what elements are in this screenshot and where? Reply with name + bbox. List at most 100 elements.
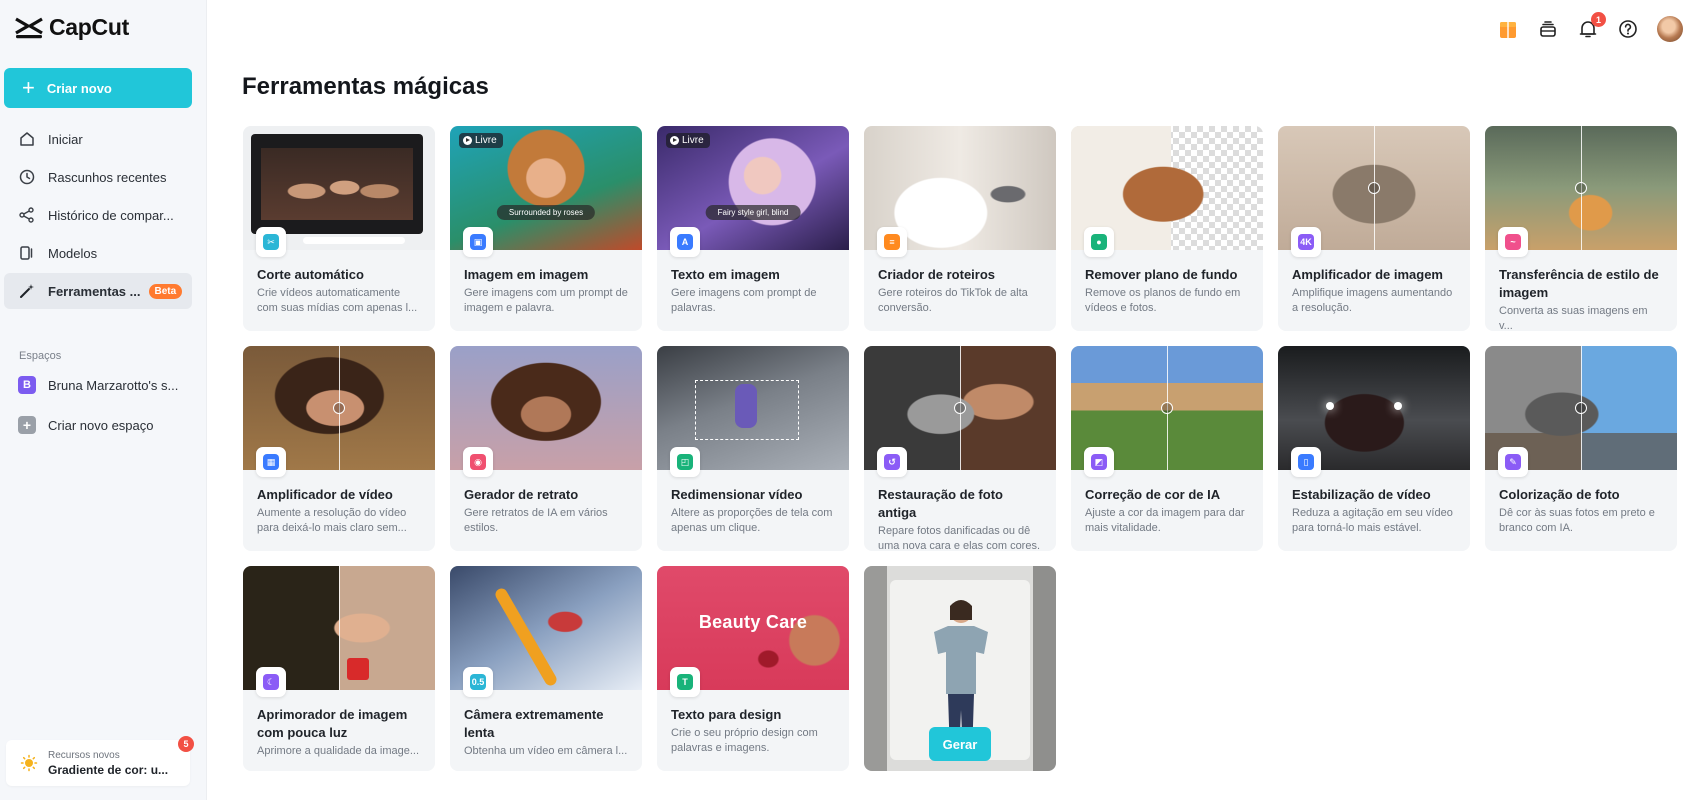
plus-icon: + <box>22 75 35 100</box>
header-actions: 1 <box>1497 12 1683 42</box>
sidebar-item-templates[interactable]: Modelos <box>4 235 192 271</box>
tool-card-slow-motion[interactable]: 0.5 Câmera extremamente lenta Obtenha um… <box>450 566 642 771</box>
share-icon <box>19 207 34 223</box>
free-tag: Livre <box>666 133 710 148</box>
tool-description: Aumente a resolução do vídeo para deixá-… <box>257 507 407 534</box>
tool-card-portrait-generator[interactable]: ◉ Gerador de retrato Gere retratos de IA… <box>450 346 642 551</box>
tool-card-resize-video[interactable]: ◰ Redimensionar vídeo Altere as proporçõ… <box>657 346 849 551</box>
generate-button[interactable]: Gerar <box>929 727 991 761</box>
notifications-button[interactable]: 1 <box>1577 12 1606 40</box>
home-icon <box>20 132 34 146</box>
capcut-logo-icon <box>15 17 43 38</box>
sun-icon <box>20 754 38 772</box>
tool-card-text-to-image[interactable]: Livre Fairy style girl, blind A Texto em… <box>657 126 849 331</box>
news-count-badge: 5 <box>178 736 194 752</box>
sidebar-item-home[interactable]: Iniciar <box>4 121 192 157</box>
script-icon: ≡ <box>877 227 907 257</box>
new-features-card[interactable]: Recursos novos Gradiente de cor: u... 5 <box>6 736 194 786</box>
tool-description: Gere imagens com um prompt de imagem e p… <box>464 287 628 314</box>
capcut-logo[interactable]: CapCut <box>14 14 129 41</box>
tool-card-photo-colorization[interactable]: ✎ Colorização de foto Dê cor às suas fot… <box>1485 346 1677 551</box>
text-to-image-icon: A <box>670 227 700 257</box>
space-item[interactable]: B Bruna Marzarotto's s... <box>4 368 192 402</box>
news-label: Recursos novos <box>48 749 120 761</box>
tool-card-image-upscaler[interactable]: 4K Amplificador de imagem Amplifique ima… <box>1278 126 1470 331</box>
auto-cut-icon: ✂ <box>256 227 286 257</box>
tool-card-video-upscaler[interactable]: ▦ Amplificador de vídeo Aumente a resolu… <box>243 346 435 551</box>
portrait-icon: ◉ <box>463 447 493 477</box>
tool-card-image-to-image[interactable]: Livre Surrounded by roses ▣ Imagem em im… <box>450 126 642 331</box>
notification-count-badge: 1 <box>1591 12 1606 27</box>
tool-title: Câmera extremamente lenta <box>464 707 604 740</box>
free-tag-label: Livre <box>682 135 704 146</box>
sidebar-item-share-history[interactable]: Histórico de compar... <box>4 197 192 233</box>
stabilize-icon: ▯ <box>1291 447 1321 477</box>
app-name: CapCut <box>49 14 129 40</box>
image-upscaler-icon: 4K <box>1291 227 1321 257</box>
tool-description: Dê cor às suas fotos em preto e branco c… <box>1499 507 1655 534</box>
tools-grid: ✂ Corte automático Crie vídeos automatic… <box>243 126 1677 771</box>
compare-slider-handle <box>1161 402 1173 414</box>
help-icon <box>1619 20 1637 38</box>
tool-card-text-to-design[interactable]: Beauty Care T Texto para design Crie o s… <box>657 566 849 771</box>
sidebar-item-label: Histórico de compar... <box>48 207 174 223</box>
templates-icon <box>20 246 33 260</box>
tool-description: Reduza a agitação em seu vídeo para torn… <box>1292 507 1453 534</box>
create-space-button[interactable]: + Criar novo espaço <box>4 408 192 442</box>
tool-description: Remove os planos de fundo em vídeos e fo… <box>1085 287 1241 314</box>
user-avatar[interactable] <box>1657 16 1683 42</box>
promo-card-model[interactable]: Gerar <box>864 566 1056 771</box>
play-icon <box>670 136 679 145</box>
spaces-heading: Espaços <box>19 350 62 362</box>
tool-card-remove-background[interactable]: ● Remover plano de fundo Remove os plano… <box>1071 126 1263 331</box>
prompt-caption: Surrounded by roses <box>496 205 596 220</box>
layers-button[interactable] <box>1537 18 1559 40</box>
tool-title: Restauração de foto antiga <box>878 487 1003 520</box>
tool-card-script-creator[interactable]: ≡ Criador de roteiros Gere roteiros do T… <box>864 126 1056 331</box>
video-upscaler-icon: ▦ <box>256 447 286 477</box>
tool-description: Obtenha um vídeo em câmera l... <box>464 745 628 757</box>
tool-description: Ajuste a cor da imagem para dar mais vit… <box>1085 507 1245 534</box>
sidebar-item-magic-tools[interactable]: Ferramentas ... Beta <box>4 273 192 309</box>
remove-background-icon: ● <box>1084 227 1114 257</box>
play-icon <box>463 136 472 145</box>
style-transfer-icon: ~ <box>1498 227 1528 257</box>
tool-card-video-stabilization[interactable]: ▯ Estabilização de vídeo Reduza a agitaç… <box>1278 346 1470 551</box>
page-title: Ferramentas mágicas <box>242 73 489 100</box>
free-tag-label: Livre <box>475 135 497 146</box>
tool-card-low-light-enhancer[interactable]: ☾ Aprimorador de imagem com pouca luz Ap… <box>243 566 435 771</box>
tool-card-ai-color-correction[interactable]: ◩ Correção de cor de IA Ajuste a cor da … <box>1071 346 1263 551</box>
tool-card-auto-cut[interactable]: ✂ Corte automático Crie vídeos automatic… <box>243 126 435 331</box>
tool-description: Repare fotos danificadas ou dê uma nova … <box>878 525 1041 551</box>
tool-card-style-transfer[interactable]: ~ Transferência de estilo de imagem Conv… <box>1485 126 1677 331</box>
colorize-icon: ✎ <box>1498 447 1528 477</box>
magic-wand-icon <box>20 284 34 298</box>
tool-description: Gere imagens com prompt de palavras. <box>671 287 817 314</box>
sidebar-nav: Iniciar Rascunhos recentes Histórico de … <box>4 121 192 311</box>
tool-card-photo-restoration[interactable]: ↺ Restauração de foto antiga Repare foto… <box>864 346 1056 551</box>
compare-slider-handle <box>954 402 966 414</box>
text-to-design-icon: T <box>670 667 700 697</box>
design-overlay-text: Beauty Care <box>698 612 808 632</box>
image-to-image-icon: ▣ <box>463 227 493 257</box>
sidebar-item-recent-drafts[interactable]: Rascunhos recentes <box>4 159 192 195</box>
compare-slider-handle <box>333 402 345 414</box>
gift-button[interactable] <box>1497 18 1519 40</box>
slow-motion-icon: 0.5 <box>463 667 493 697</box>
tool-description: Altere as proporções de tela com apenas … <box>671 507 833 534</box>
plus-icon: + <box>18 416 36 434</box>
help-button[interactable] <box>1617 18 1639 40</box>
tool-description: Gere retratos de IA em vários estilos. <box>464 507 608 534</box>
news-title: Gradiente de cor: u... <box>48 762 169 777</box>
sidebar-item-label: Modelos <box>48 245 98 261</box>
stack-icon <box>1540 21 1556 37</box>
prompt-caption: Fairy style girl, blind <box>705 205 801 220</box>
resize-icon: ◰ <box>670 447 700 477</box>
beta-badge: Beta <box>148 283 183 299</box>
sidebar-item-label: Ferramentas ... <box>48 283 141 299</box>
photo-restore-icon: ↺ <box>877 447 907 477</box>
create-new-button[interactable]: + Criar novo <box>4 68 192 108</box>
tool-description: Amplifique imagens aumentando a resoluçã… <box>1292 287 1453 314</box>
sidebar-item-label: Iniciar <box>48 131 83 147</box>
tool-title: Transferência de estilo de imagem <box>1499 267 1659 300</box>
